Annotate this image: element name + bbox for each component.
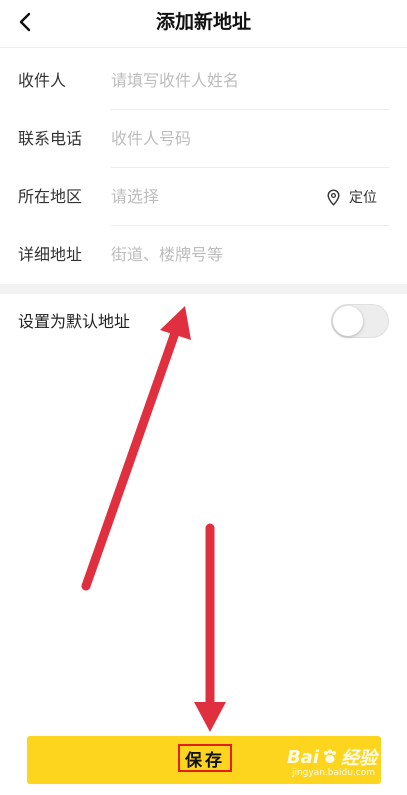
recipient-row[interactable]: 收件人 请填写收件人姓名: [0, 52, 407, 110]
section-separator: [0, 284, 407, 294]
locate-button[interactable]: 定位: [326, 168, 377, 226]
default-address-row: 设置为默认地址: [0, 294, 407, 350]
paw-icon: [324, 749, 336, 763]
top-nav-bar: 添加新地址: [0, 0, 407, 44]
watermark-brand: Bai 经验: [286, 746, 377, 770]
header-divider: [0, 47, 407, 48]
address-detail-label: 详细地址: [18, 245, 83, 264]
save-button-label: 保存: [178, 744, 232, 772]
arrow-to-save-button: [194, 523, 226, 732]
phone-row[interactable]: 联系电话 收件人号码: [0, 110, 407, 168]
region-select[interactable]: 请选择: [111, 168, 159, 226]
toggle-knob: [333, 306, 363, 336]
address-detail-row[interactable]: 详细地址 街道、楼牌号等: [0, 226, 407, 284]
region-row[interactable]: 所在地区 请选择 定位: [0, 168, 407, 226]
address-detail-input[interactable]: 街道、楼牌号等: [111, 226, 223, 284]
phone-input[interactable]: 收件人号码: [111, 110, 191, 168]
watermark-url: jingyan.baidu.com: [291, 768, 375, 778]
recipient-input[interactable]: 请填写收件人姓名: [111, 52, 239, 110]
default-address-label: 设置为默认地址: [18, 312, 131, 331]
default-address-toggle[interactable]: [331, 304, 389, 338]
recipient-label: 收件人: [18, 71, 67, 90]
map-pin-icon: [327, 188, 340, 206]
region-label: 所在地区: [18, 187, 83, 206]
page-title: 添加新地址: [155, 11, 251, 33]
locate-label: 定位: [349, 190, 377, 206]
watermark: Bai 经验 jingyan.baidu.com: [277, 744, 377, 784]
phone-label: 联系电话: [18, 129, 83, 148]
